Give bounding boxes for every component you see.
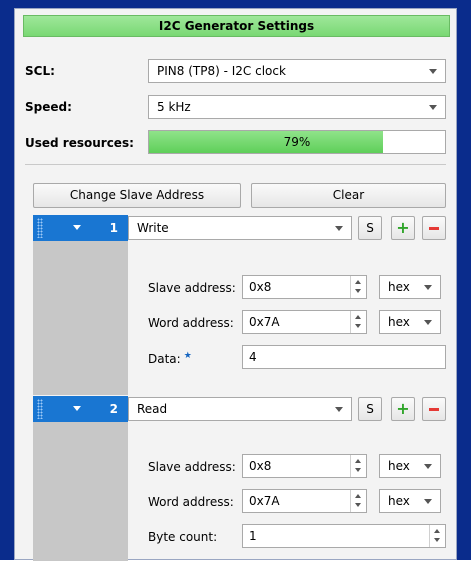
slave-address-label: Slave address: bbox=[148, 281, 236, 295]
chevron-down-icon bbox=[424, 464, 432, 469]
chevron-down-icon bbox=[429, 69, 437, 74]
chevron-down-icon bbox=[335, 407, 343, 412]
resources-percent: 79% bbox=[283, 135, 311, 149]
word-address-label: Word address: bbox=[148, 316, 234, 330]
slave-address-value: 0x8 bbox=[249, 280, 272, 294]
word-address-format: hex bbox=[388, 494, 410, 508]
operation-index: 2 bbox=[109, 402, 118, 416]
word-address-format: hex bbox=[388, 315, 410, 329]
plus-icon: + bbox=[396, 218, 410, 237]
chevron-down-icon bbox=[429, 105, 437, 110]
change-slave-address-button[interactable]: Change Slave Address bbox=[33, 183, 241, 208]
byte-count-label: Byte count: bbox=[148, 530, 218, 544]
help-icon[interactable]: ★ bbox=[184, 351, 192, 361]
slave-address-format: hex bbox=[388, 459, 410, 473]
word-address-label: Word address: bbox=[148, 495, 234, 509]
panel-title: I2C Generator Settings bbox=[23, 15, 450, 37]
resources-label: Used resources: bbox=[25, 136, 134, 150]
word-address-input[interactable]: 0x7A bbox=[242, 489, 367, 513]
operation-grip bbox=[33, 241, 128, 395]
collapse-icon[interactable] bbox=[73, 225, 81, 230]
collapse-icon[interactable] bbox=[73, 406, 81, 411]
drag-handle-icon[interactable] bbox=[37, 218, 43, 238]
speed-value: 5 kHz bbox=[157, 100, 191, 114]
spinner-icon[interactable] bbox=[350, 276, 366, 298]
drag-handle-icon[interactable] bbox=[37, 399, 43, 419]
minus-icon bbox=[429, 227, 439, 230]
spinner-icon[interactable] bbox=[350, 490, 366, 512]
remove-operation-button[interactable] bbox=[422, 397, 446, 421]
slave-address-format: hex bbox=[388, 280, 410, 294]
byte-count-input[interactable]: 1 bbox=[242, 524, 446, 548]
add-operation-button[interactable]: + bbox=[391, 397, 415, 421]
remove-operation-button[interactable] bbox=[422, 216, 446, 240]
s-button[interactable]: S bbox=[358, 397, 382, 421]
plus-icon: + bbox=[396, 399, 410, 418]
slave-address-format-select[interactable]: hex bbox=[379, 454, 441, 478]
operation-handle[interactable]: 1 bbox=[33, 215, 128, 241]
slave-address-label: Slave address: bbox=[148, 460, 236, 474]
byte-count-value: 1 bbox=[249, 529, 257, 543]
scl-select[interactable]: PIN8 (TP8) - I2C clock bbox=[148, 59, 446, 83]
operation-type-select[interactable]: Write bbox=[128, 216, 352, 240]
speed-select[interactable]: 5 kHz bbox=[148, 95, 446, 119]
word-address-format-select[interactable]: hex bbox=[379, 310, 441, 334]
chevron-down-icon bbox=[424, 320, 432, 325]
divider bbox=[25, 164, 446, 165]
slave-address-format-select[interactable]: hex bbox=[379, 275, 441, 299]
operation-type-select[interactable]: Read bbox=[128, 397, 352, 421]
resources-progress-bar: 79% bbox=[148, 130, 446, 154]
minus-icon bbox=[429, 408, 439, 411]
slave-address-value: 0x8 bbox=[249, 459, 272, 473]
spinner-icon[interactable] bbox=[429, 525, 445, 547]
operation-index: 1 bbox=[109, 221, 118, 235]
speed-label: Speed: bbox=[25, 100, 72, 114]
word-address-format-select[interactable]: hex bbox=[379, 489, 441, 513]
chevron-down-icon bbox=[424, 499, 432, 504]
chevron-down-icon bbox=[335, 226, 343, 231]
word-address-input[interactable]: 0x7A bbox=[242, 310, 367, 334]
chevron-down-icon bbox=[424, 285, 432, 290]
spinner-icon[interactable] bbox=[350, 311, 366, 333]
data-input[interactable]: 4 bbox=[242, 345, 446, 369]
data-label-text: Data: bbox=[148, 352, 181, 366]
operation-type-value: Write bbox=[137, 221, 169, 235]
data-label: Data: ★ bbox=[148, 351, 192, 366]
word-address-value: 0x7A bbox=[249, 315, 280, 329]
slave-address-input[interactable]: 0x8 bbox=[242, 454, 367, 478]
operation-grip bbox=[33, 422, 128, 561]
scl-value: PIN8 (TP8) - I2C clock bbox=[157, 64, 286, 78]
scl-label: SCL: bbox=[25, 64, 55, 78]
s-button[interactable]: S bbox=[358, 216, 382, 240]
settings-panel: I2C Generator Settings SCL: PIN8 (TP8) -… bbox=[14, 8, 457, 561]
word-address-value: 0x7A bbox=[249, 494, 280, 508]
operation-handle[interactable]: 2 bbox=[33, 396, 128, 422]
slave-address-input[interactable]: 0x8 bbox=[242, 275, 367, 299]
panel-frame: I2C Generator Settings SCL: PIN8 (TP8) -… bbox=[0, 0, 471, 561]
add-operation-button[interactable]: + bbox=[391, 216, 415, 240]
clear-button[interactable]: Clear bbox=[251, 183, 446, 208]
spinner-icon[interactable] bbox=[350, 455, 366, 477]
operation-type-value: Read bbox=[137, 402, 168, 416]
